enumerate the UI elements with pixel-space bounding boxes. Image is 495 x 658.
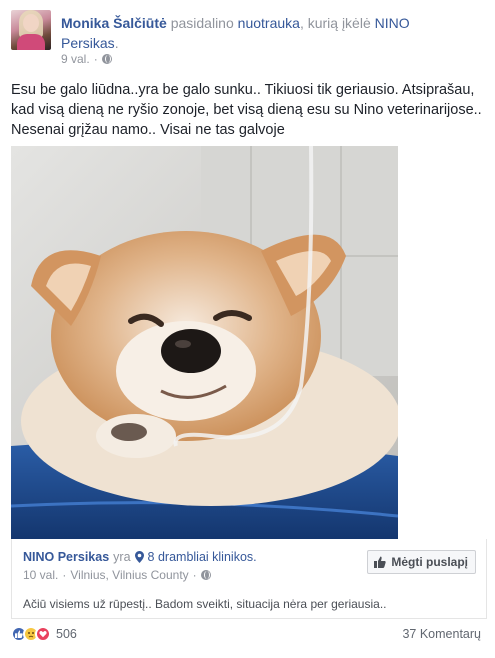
shared-meta: 10 val. · Vilnius, Vilnius County · (23, 568, 211, 582)
post-time[interactable]: 9 val. (61, 52, 90, 66)
dog-photo-illustration (11, 146, 398, 539)
love-reaction-icon (35, 626, 51, 642)
action-text: pasidalino (170, 15, 234, 31)
shared-separator: · (62, 568, 67, 582)
action-text-2: , kurią įkėlė (299, 15, 371, 31)
shared-separator-2: · (192, 568, 197, 582)
meta-separator: · (93, 52, 98, 66)
reactions-summary[interactable]: 506 (11, 626, 77, 642)
shared-post-attribution: NINO Persikas yra 8 drambliai klinikos. … (11, 539, 487, 619)
at-text: yra (113, 550, 131, 564)
globe-icon[interactable] (200, 570, 211, 580)
post-meta: 9 val. · (61, 52, 112, 66)
shared-text: Ačiū visiems už rūpestį.. Badom sveikti,… (23, 597, 387, 611)
post-header: Monika Šalčiūtė pasidalino nuotrauka, ku… (61, 15, 410, 51)
like-page-label: Mėgti puslapį (391, 555, 468, 569)
post-text: Esu be galo liūdna..yra be galo sunku.. … (11, 82, 482, 138)
author-name[interactable]: Monika Šalčiūtė (61, 15, 167, 31)
globe-icon[interactable] (101, 54, 112, 64)
shared-photo[interactable] (11, 146, 398, 539)
thumbs-up-icon (374, 556, 386, 568)
facebook-post: Monika Šalčiūtė pasidalino nuotrauka, ku… (0, 0, 495, 658)
shared-location[interactable]: Vilnius, Vilnius County (70, 568, 188, 582)
place-link[interactable]: 8 drambliai klinikos. (148, 550, 257, 564)
location-pin-icon (134, 551, 144, 563)
like-page-button[interactable]: Mėgti puslapį (367, 550, 476, 574)
shared-time[interactable]: 10 val. (23, 568, 58, 582)
shared-page-name[interactable]: NINO Persikas (23, 550, 109, 564)
shared-header: NINO Persikas yra 8 drambliai klinikos. (23, 550, 257, 564)
author-avatar[interactable] (11, 10, 51, 50)
comments-count-link[interactable]: 37 Komentarų (402, 627, 481, 641)
photo-link[interactable]: nuotrauka (238, 15, 300, 31)
reaction-count: 506 (56, 627, 77, 641)
